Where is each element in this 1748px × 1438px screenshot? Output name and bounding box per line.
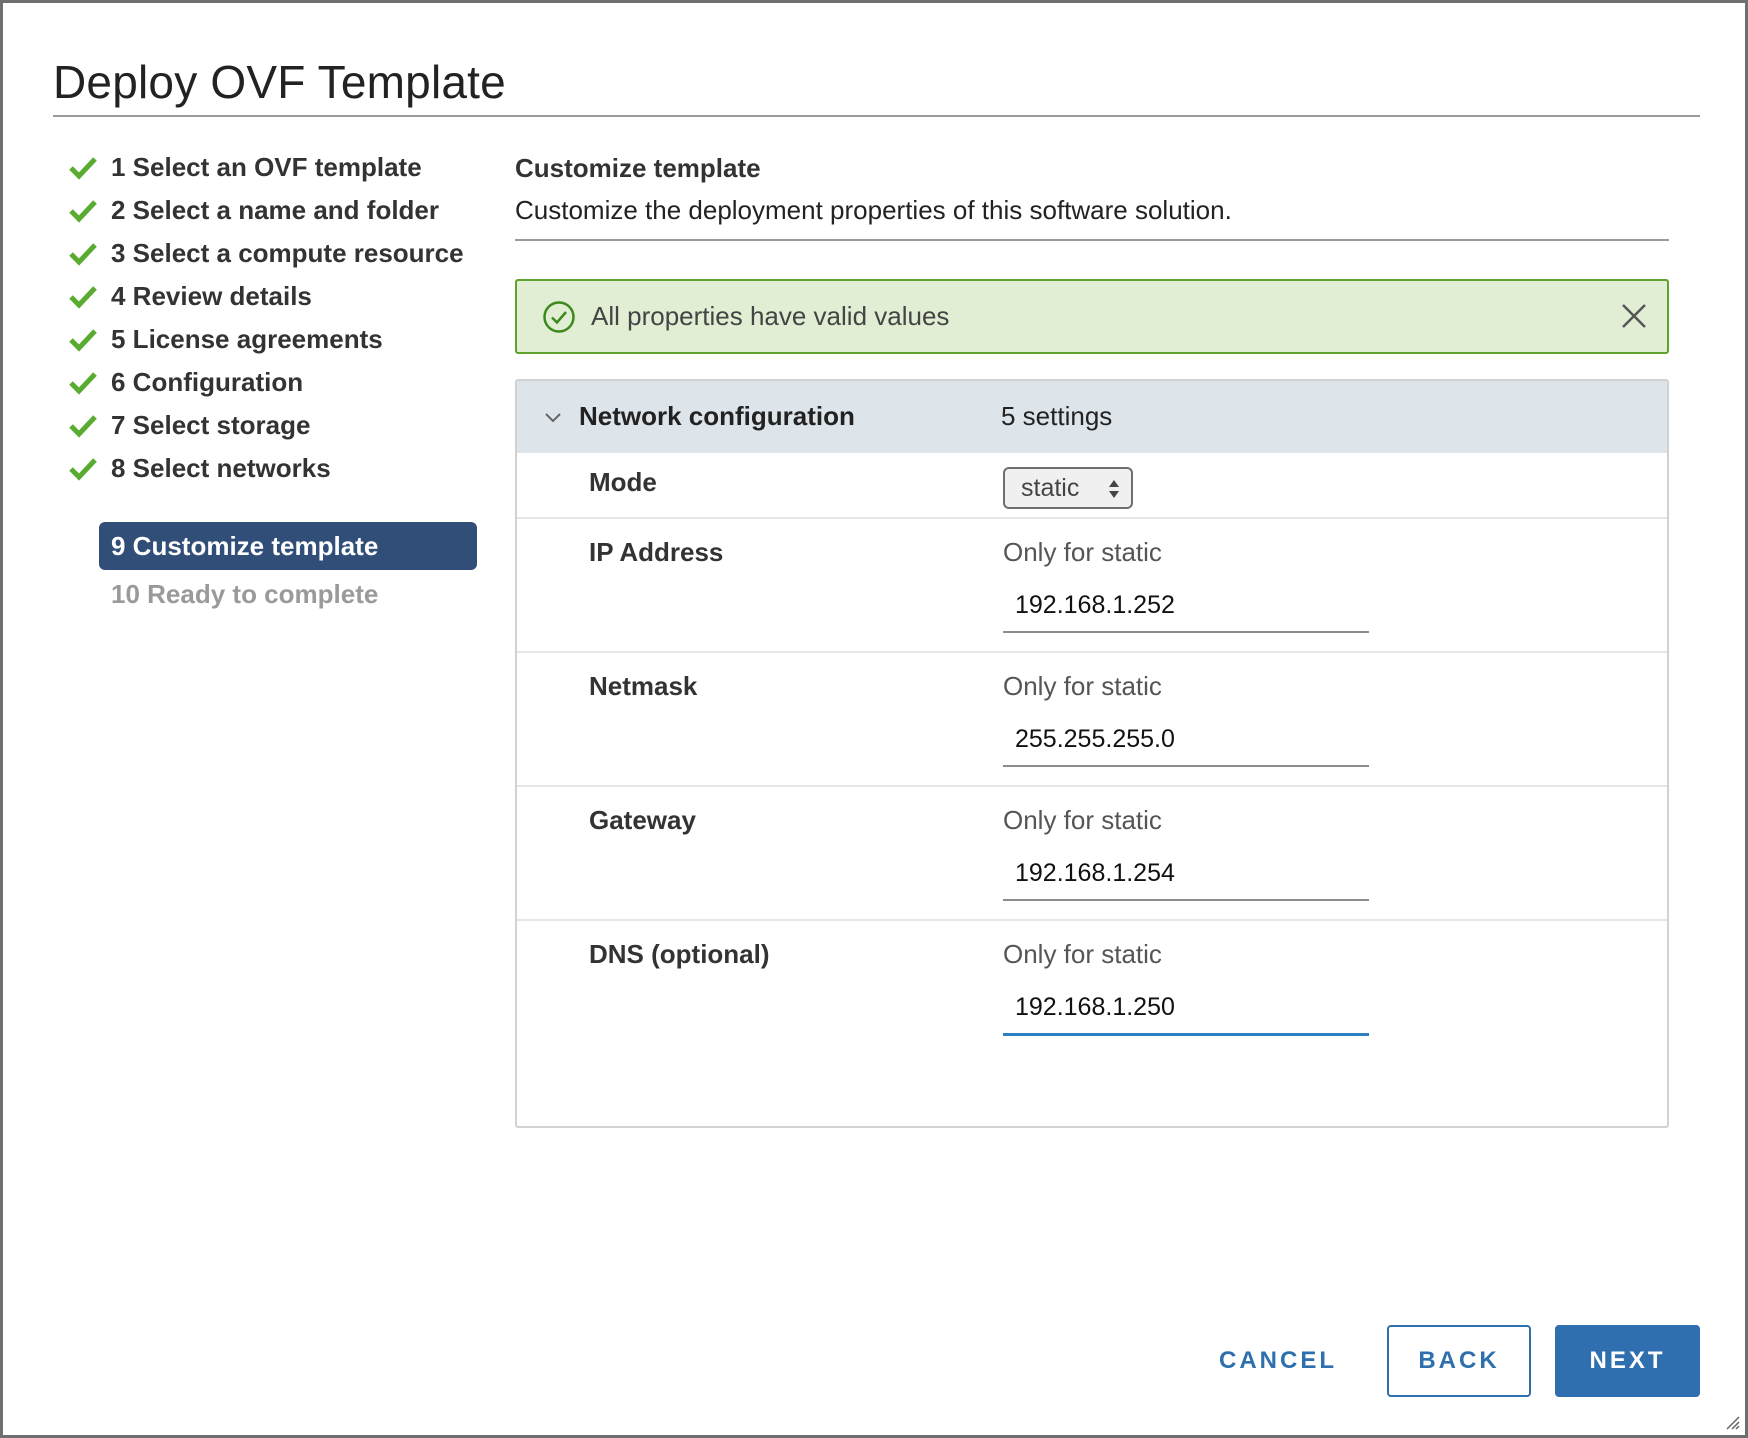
step-label: 9 Customize template [111,531,379,561]
dialog-title: Deploy OVF Template [53,56,506,108]
content-description: Customize the deployment properties of t… [515,195,1232,225]
gateway-row: Gateway Only for static 192.168.1.254 [517,787,1667,921]
back-button[interactable]: BACK [1387,1325,1531,1397]
field-label: IP Address [589,537,724,567]
mode-label: Mode [589,467,657,497]
section-name: Network configuration [579,401,855,431]
step-customize-template[interactable]: 9 Customize template [63,522,483,570]
resize-handle-icon[interactable] [1723,1413,1741,1431]
step-configuration[interactable]: 6 Configuration [63,358,483,406]
checkmark-icon [69,372,97,395]
step-label: 6 Configuration [111,367,304,397]
field-hint: Only for static [1003,939,1162,969]
netmask-row: Netmask Only for static 255.255.255.0 [517,653,1667,787]
checkmark-icon [69,458,97,481]
step-label: 8 Select networks [111,453,331,483]
step-review-details[interactable]: 4 Review details [63,272,483,320]
netmask-input[interactable]: 255.255.255.0 [1003,721,1369,767]
field-hint: Only for static [1003,537,1162,567]
check-circle-icon [543,301,575,333]
field-label: DNS (optional) [589,939,770,969]
select-arrows-icon [1109,480,1119,498]
field-hint: Only for static [1003,805,1162,835]
field-label: Netmask [589,671,698,701]
content-heading: Customize template [515,153,761,183]
field-hint: Only for static [1003,671,1162,701]
field-label: Gateway [589,805,696,835]
step-select-networks[interactable]: 8 Select networks [63,444,483,492]
checkmark-icon [69,200,97,223]
ip-address-input[interactable]: 192.168.1.252 [1003,587,1369,633]
step-label: 1 Select an OVF template [111,152,422,182]
section-header[interactable]: Network configuration 5 settings [517,381,1667,453]
checkmark-icon [69,157,97,180]
checkmark-icon [69,329,97,352]
step-ready-to-complete: 10 Ready to complete [63,570,483,618]
dns-input[interactable]: 192.168.1.250 [1003,989,1369,1036]
mode-value: static [1021,474,1080,502]
checkmark-icon [69,415,97,438]
content-divider [515,239,1669,241]
success-alert: All properties have valid values [515,279,1669,354]
alert-message: All properties have valid values [591,301,950,331]
checkmark-icon [69,243,97,266]
next-button[interactable]: NEXT [1555,1325,1700,1397]
step-label: 5 License agreements [111,324,383,354]
step-label: 2 Select a name and folder [111,195,440,225]
checkmark-icon [69,286,97,309]
title-divider [53,115,1700,117]
chevron-down-icon[interactable] [541,405,565,429]
step-label: 10 Ready to complete [111,579,379,609]
cancel-button[interactable]: CANCEL [1203,1325,1353,1397]
step-select-ovf-template[interactable]: 1 Select an OVF template [63,143,483,191]
step-license-agreements[interactable]: 5 License agreements [63,315,483,363]
close-icon[interactable] [1617,299,1651,333]
step-label: 7 Select storage [111,410,311,440]
deploy-ovf-dialog: Deploy OVF Template 1 Select an OVF temp… [0,0,1748,1438]
field-value: 255.255.255.0 [1015,725,1175,753]
mode-row: Mode static [517,453,1667,519]
step-label: 3 Select a compute resource [111,238,464,268]
mode-select[interactable]: static [1003,467,1133,509]
step-select-storage[interactable]: 7 Select storage [63,401,483,449]
network-configuration-panel: Network configuration 5 settings Mode st… [515,379,1669,1128]
step-select-compute-resource[interactable]: 3 Select a compute resource [63,229,483,277]
field-value: 192.168.1.254 [1015,859,1175,887]
field-value: 192.168.1.250 [1015,993,1175,1021]
field-value: 192.168.1.252 [1015,591,1175,619]
ip-address-row: IP Address Only for static 192.168.1.252 [517,519,1667,653]
gateway-input[interactable]: 192.168.1.254 [1003,855,1369,901]
step-select-name-folder[interactable]: 2 Select a name and folder [63,186,483,234]
settings-count: 5 settings [1001,401,1113,431]
dns-row: DNS (optional) Only for static 192.168.1… [517,921,1667,1053]
step-label: 4 Review details [111,281,312,311]
